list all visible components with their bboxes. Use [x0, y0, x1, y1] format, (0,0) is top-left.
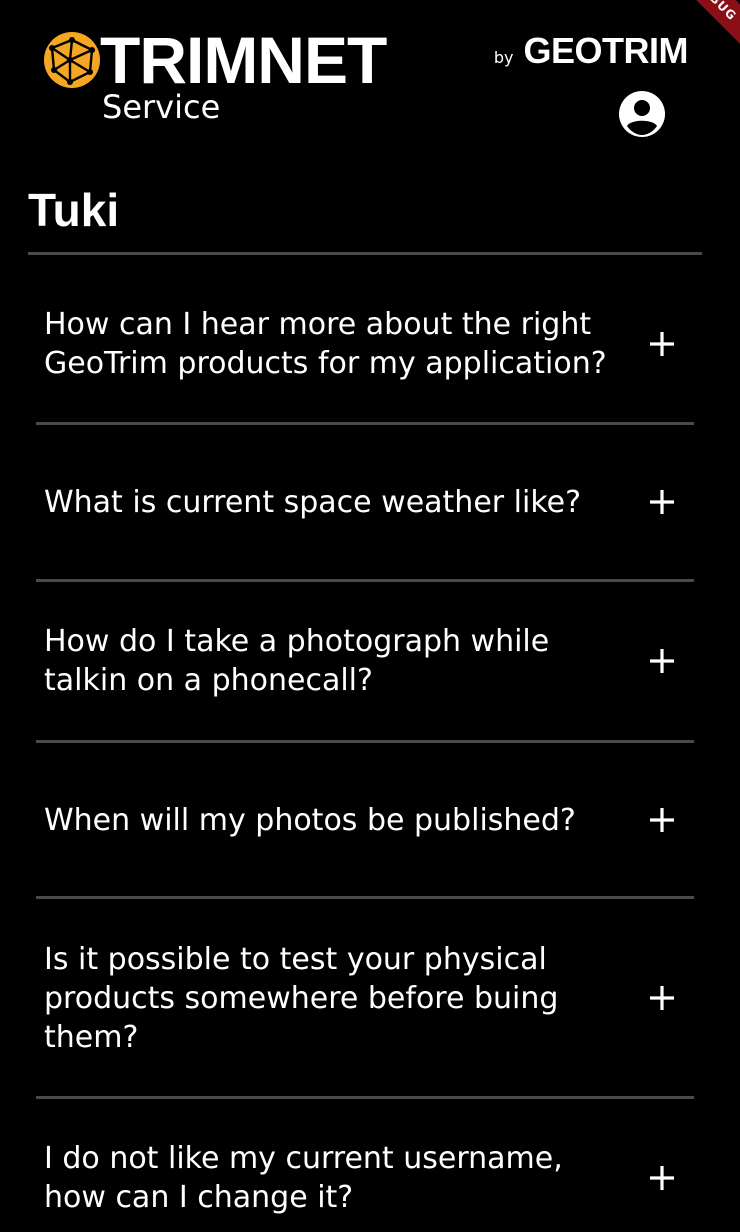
- plus-icon[interactable]: [642, 482, 682, 522]
- faq-item[interactable]: When will my photos be published?: [36, 800, 694, 840]
- brand-name: GEOTRIM: [523, 30, 689, 71]
- geotrim-brand: by GEOTRIM: [493, 30, 689, 72]
- faq-question: How do I take a photograph while talkin …: [44, 624, 550, 698]
- faq-item[interactable]: How do I take a photograph while talkin …: [36, 621, 694, 701]
- faq-question: What is current space weather like?: [44, 484, 581, 520]
- page-title: Tuki: [28, 184, 120, 236]
- faq-divider: [36, 896, 694, 899]
- faq-question: I do not like my current username, how c…: [44, 1141, 563, 1215]
- faq-divider: [36, 1096, 694, 1099]
- plus-icon[interactable]: [642, 978, 682, 1018]
- app-header: TRIMNET Service by GEOTRIM: [0, 0, 740, 150]
- logo-subtitle: Service: [102, 88, 221, 126]
- plus-icon[interactable]: [642, 641, 682, 681]
- logo-title: TRIMNET: [100, 23, 387, 97]
- faq-item[interactable]: I do not like my current username, how c…: [36, 1138, 694, 1218]
- globe-icon: [44, 32, 100, 88]
- faq-divider: [36, 579, 694, 582]
- plus-icon[interactable]: [642, 324, 682, 364]
- plus-icon[interactable]: [642, 1158, 682, 1198]
- faq-question: When will my photos be published?: [44, 802, 576, 838]
- by-label: by: [493, 48, 514, 67]
- faq-question: Is it possible to test your physical pro…: [44, 941, 559, 1055]
- faq-divider: [36, 740, 694, 743]
- account-circle-icon[interactable]: [618, 90, 666, 138]
- faq-item[interactable]: What is current space weather like?: [36, 482, 694, 522]
- faq-divider: [36, 422, 694, 425]
- faq-question: How can I hear more about the right GeoT…: [44, 307, 607, 381]
- title-divider: [28, 252, 702, 255]
- trimnet-logo: TRIMNET Service: [42, 23, 412, 128]
- faq-item[interactable]: How can I hear more about the right GeoT…: [36, 304, 694, 384]
- faq-item[interactable]: Is it possible to test your physical pro…: [36, 939, 694, 1057]
- plus-icon[interactable]: [642, 800, 682, 840]
